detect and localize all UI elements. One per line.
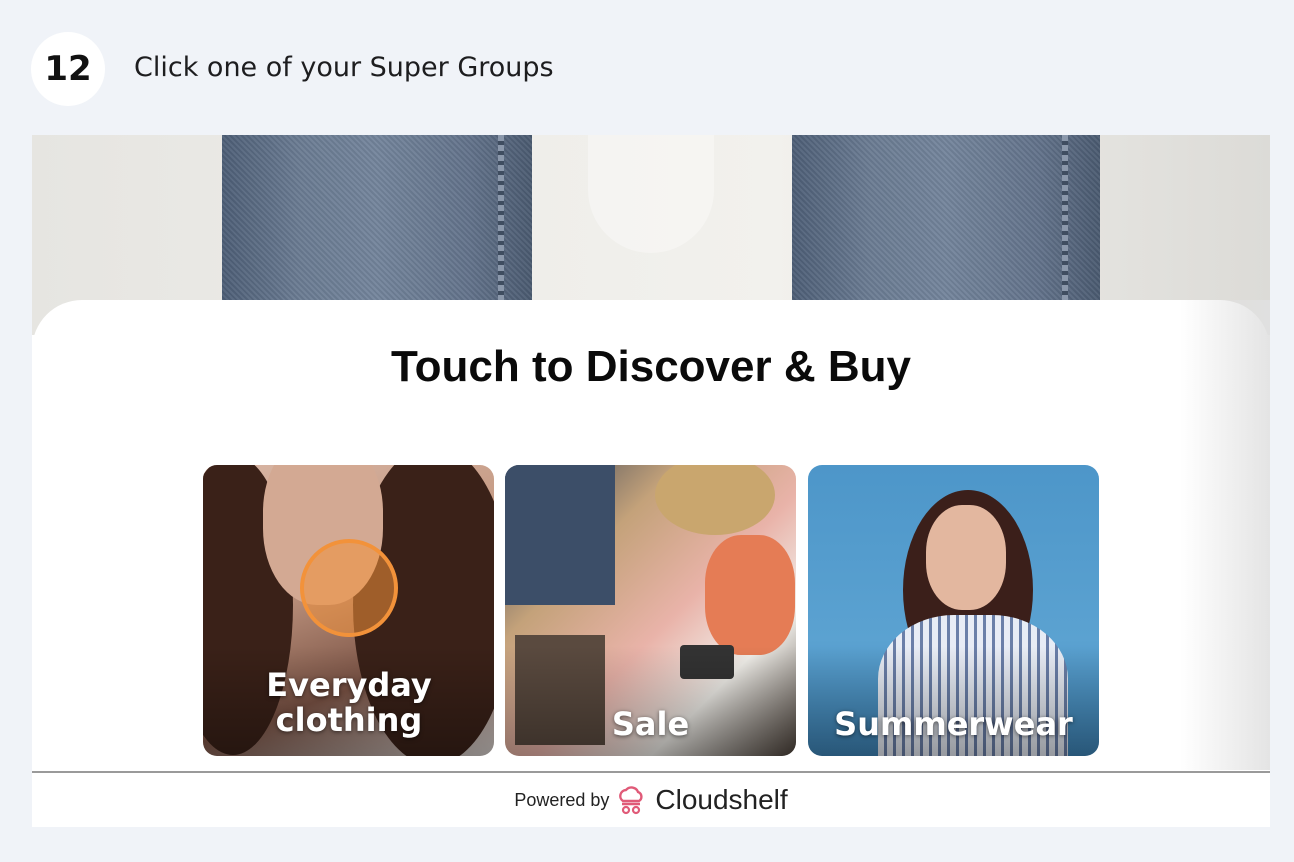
tile-label-everyday-clothing: Everyday clothing: [266, 666, 432, 739]
cloudshelf-brand-name: Cloudshelf: [655, 784, 788, 815]
powered-by-footer: Powered by Cloudshelf: [32, 773, 1270, 827]
click-highlight-marker: [300, 539, 398, 637]
step-number-badge: 12: [31, 32, 105, 106]
hat-shape: [655, 465, 775, 535]
super-group-tile-summerwear[interactable]: Summerwear: [808, 465, 1099, 756]
kiosk-screenshot: Touch to Discover & Buy Everyday clothin…: [32, 135, 1270, 827]
tile-label-summerwear: Summerwear: [834, 705, 1073, 743]
discover-heading: Touch to Discover & Buy: [391, 342, 911, 391]
step-number: 12: [44, 49, 92, 89]
powered-by-label: Powered by: [514, 789, 610, 810]
step-instruction: Click one of your Super Groups: [134, 52, 554, 83]
denim-shape: [505, 465, 615, 605]
super-group-tile-sale[interactable]: Sale: [505, 465, 796, 756]
tile-label-sale: Sale: [611, 705, 690, 743]
cloudshelf-logo-icon: [619, 786, 643, 815]
hero-touch-indicator: [588, 135, 714, 253]
scarf-shape: [705, 535, 795, 655]
face-shape: [926, 505, 1006, 610]
